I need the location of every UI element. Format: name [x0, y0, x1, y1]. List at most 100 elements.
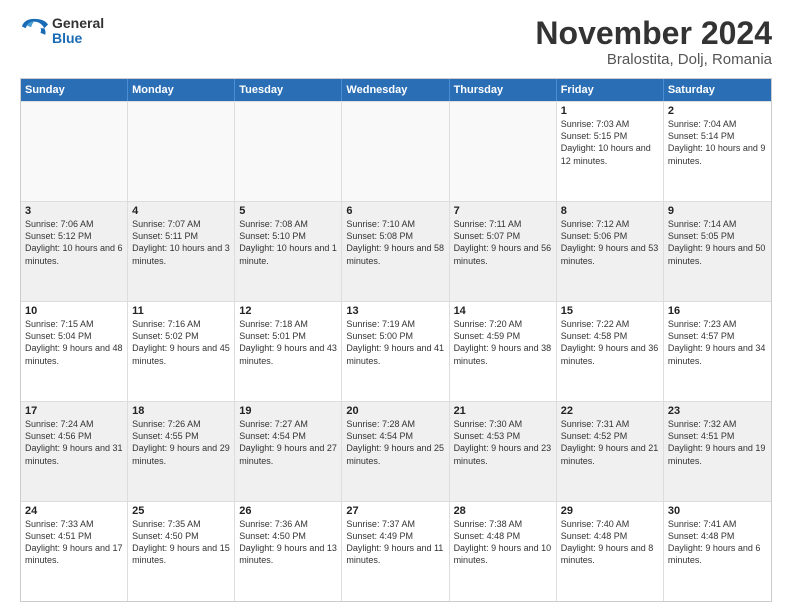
cell-detail: Sunrise: 7:16 AM Sunset: 5:02 PM Dayligh… — [132, 318, 230, 367]
cal-cell: 7Sunrise: 7:11 AM Sunset: 5:07 PM Daylig… — [450, 202, 557, 301]
cal-cell: 20Sunrise: 7:28 AM Sunset: 4:54 PM Dayli… — [342, 402, 449, 501]
cal-row-4: 24Sunrise: 7:33 AM Sunset: 4:51 PM Dayli… — [21, 501, 771, 601]
cal-cell: 4Sunrise: 7:07 AM Sunset: 5:11 PM Daylig… — [128, 202, 235, 301]
day-number: 9 — [668, 205, 767, 217]
cell-detail: Sunrise: 7:31 AM Sunset: 4:52 PM Dayligh… — [561, 418, 659, 467]
cal-cell — [21, 102, 128, 201]
day-number: 8 — [561, 205, 659, 217]
day-number: 11 — [132, 305, 230, 317]
cell-detail: Sunrise: 7:14 AM Sunset: 5:05 PM Dayligh… — [668, 218, 767, 267]
day-number: 2 — [668, 105, 767, 117]
cal-cell: 23Sunrise: 7:32 AM Sunset: 4:51 PM Dayli… — [664, 402, 771, 501]
day-number: 17 — [25, 405, 123, 417]
cal-cell: 2Sunrise: 7:04 AM Sunset: 5:14 PM Daylig… — [664, 102, 771, 201]
calendar: SundayMondayTuesdayWednesdayThursdayFrid… — [20, 78, 772, 602]
cal-cell: 18Sunrise: 7:26 AM Sunset: 4:55 PM Dayli… — [128, 402, 235, 501]
page: General Blue November 2024 Bralostita, D… — [0, 0, 792, 612]
header-day-saturday: Saturday — [664, 79, 771, 101]
calendar-header: SundayMondayTuesdayWednesdayThursdayFrid… — [21, 79, 771, 101]
cell-detail: Sunrise: 7:08 AM Sunset: 5:10 PM Dayligh… — [239, 218, 337, 267]
header-day-friday: Friday — [557, 79, 664, 101]
cal-cell: 6Sunrise: 7:10 AM Sunset: 5:08 PM Daylig… — [342, 202, 449, 301]
day-number: 30 — [668, 505, 767, 517]
cell-detail: Sunrise: 7:32 AM Sunset: 4:51 PM Dayligh… — [668, 418, 767, 467]
day-number: 4 — [132, 205, 230, 217]
cal-cell: 13Sunrise: 7:19 AM Sunset: 5:00 PM Dayli… — [342, 302, 449, 401]
cell-detail: Sunrise: 7:41 AM Sunset: 4:48 PM Dayligh… — [668, 518, 767, 567]
day-number: 7 — [454, 205, 552, 217]
day-number: 18 — [132, 405, 230, 417]
day-number: 16 — [668, 305, 767, 317]
logo-text: General Blue — [52, 16, 104, 47]
cell-detail: Sunrise: 7:06 AM Sunset: 5:12 PM Dayligh… — [25, 218, 123, 267]
header-day-wednesday: Wednesday — [342, 79, 449, 101]
day-number: 1 — [561, 105, 659, 117]
cell-detail: Sunrise: 7:30 AM Sunset: 4:53 PM Dayligh… — [454, 418, 552, 467]
cal-row-2: 10Sunrise: 7:15 AM Sunset: 5:04 PM Dayli… — [21, 301, 771, 401]
cell-detail: Sunrise: 7:40 AM Sunset: 4:48 PM Dayligh… — [561, 518, 659, 567]
cell-detail: Sunrise: 7:07 AM Sunset: 5:11 PM Dayligh… — [132, 218, 230, 267]
cal-cell — [342, 102, 449, 201]
day-number: 5 — [239, 205, 337, 217]
day-number: 12 — [239, 305, 337, 317]
logo-icon — [20, 17, 48, 45]
cell-detail: Sunrise: 7:33 AM Sunset: 4:51 PM Dayligh… — [25, 518, 123, 567]
cell-detail: Sunrise: 7:22 AM Sunset: 4:58 PM Dayligh… — [561, 318, 659, 367]
cell-detail: Sunrise: 7:26 AM Sunset: 4:55 PM Dayligh… — [132, 418, 230, 467]
day-number: 28 — [454, 505, 552, 517]
cell-detail: Sunrise: 7:35 AM Sunset: 4:50 PM Dayligh… — [132, 518, 230, 567]
cal-cell: 9Sunrise: 7:14 AM Sunset: 5:05 PM Daylig… — [664, 202, 771, 301]
cal-row-1: 3Sunrise: 7:06 AM Sunset: 5:12 PM Daylig… — [21, 201, 771, 301]
day-number: 20 — [346, 405, 444, 417]
cell-detail: Sunrise: 7:03 AM Sunset: 5:15 PM Dayligh… — [561, 118, 659, 167]
day-number: 19 — [239, 405, 337, 417]
day-number: 22 — [561, 405, 659, 417]
cell-detail: Sunrise: 7:10 AM Sunset: 5:08 PM Dayligh… — [346, 218, 444, 267]
cell-detail: Sunrise: 7:24 AM Sunset: 4:56 PM Dayligh… — [25, 418, 123, 467]
cal-cell: 28Sunrise: 7:38 AM Sunset: 4:48 PM Dayli… — [450, 502, 557, 601]
day-number: 29 — [561, 505, 659, 517]
day-number: 13 — [346, 305, 444, 317]
day-number: 23 — [668, 405, 767, 417]
day-number: 25 — [132, 505, 230, 517]
cal-cell: 19Sunrise: 7:27 AM Sunset: 4:54 PM Dayli… — [235, 402, 342, 501]
cal-row-0: 1Sunrise: 7:03 AM Sunset: 5:15 PM Daylig… — [21, 101, 771, 201]
cell-detail: Sunrise: 7:04 AM Sunset: 5:14 PM Dayligh… — [668, 118, 767, 167]
header-day-thursday: Thursday — [450, 79, 557, 101]
logo-general: General — [52, 16, 104, 31]
cal-cell — [450, 102, 557, 201]
cell-detail: Sunrise: 7:38 AM Sunset: 4:48 PM Dayligh… — [454, 518, 552, 567]
cell-detail: Sunrise: 7:18 AM Sunset: 5:01 PM Dayligh… — [239, 318, 337, 367]
cal-cell: 29Sunrise: 7:40 AM Sunset: 4:48 PM Dayli… — [557, 502, 664, 601]
cal-cell: 8Sunrise: 7:12 AM Sunset: 5:06 PM Daylig… — [557, 202, 664, 301]
cell-detail: Sunrise: 7:11 AM Sunset: 5:07 PM Dayligh… — [454, 218, 552, 267]
cell-detail: Sunrise: 7:37 AM Sunset: 4:49 PM Dayligh… — [346, 518, 444, 567]
cal-row-3: 17Sunrise: 7:24 AM Sunset: 4:56 PM Dayli… — [21, 401, 771, 501]
cell-detail: Sunrise: 7:20 AM Sunset: 4:59 PM Dayligh… — [454, 318, 552, 367]
cal-cell: 17Sunrise: 7:24 AM Sunset: 4:56 PM Dayli… — [21, 402, 128, 501]
cal-cell: 14Sunrise: 7:20 AM Sunset: 4:59 PM Dayli… — [450, 302, 557, 401]
day-number: 27 — [346, 505, 444, 517]
cal-cell: 16Sunrise: 7:23 AM Sunset: 4:57 PM Dayli… — [664, 302, 771, 401]
cell-detail: Sunrise: 7:15 AM Sunset: 5:04 PM Dayligh… — [25, 318, 123, 367]
logo-blue: Blue — [52, 31, 104, 46]
day-number: 10 — [25, 305, 123, 317]
day-number: 3 — [25, 205, 123, 217]
location: Bralostita, Dolj, Romania — [535, 51, 772, 68]
month-year: November 2024 — [535, 16, 772, 51]
day-number: 6 — [346, 205, 444, 217]
cal-cell: 25Sunrise: 7:35 AM Sunset: 4:50 PM Dayli… — [128, 502, 235, 601]
cal-cell: 30Sunrise: 7:41 AM Sunset: 4:48 PM Dayli… — [664, 502, 771, 601]
cal-cell: 1Sunrise: 7:03 AM Sunset: 5:15 PM Daylig… — [557, 102, 664, 201]
cal-cell: 22Sunrise: 7:31 AM Sunset: 4:52 PM Dayli… — [557, 402, 664, 501]
cal-cell: 12Sunrise: 7:18 AM Sunset: 5:01 PM Dayli… — [235, 302, 342, 401]
day-number: 26 — [239, 505, 337, 517]
header-day-monday: Monday — [128, 79, 235, 101]
cal-cell: 24Sunrise: 7:33 AM Sunset: 4:51 PM Dayli… — [21, 502, 128, 601]
logo: General Blue — [20, 16, 104, 47]
day-number: 14 — [454, 305, 552, 317]
cal-cell: 21Sunrise: 7:30 AM Sunset: 4:53 PM Dayli… — [450, 402, 557, 501]
cell-detail: Sunrise: 7:12 AM Sunset: 5:06 PM Dayligh… — [561, 218, 659, 267]
cell-detail: Sunrise: 7:19 AM Sunset: 5:00 PM Dayligh… — [346, 318, 444, 367]
cal-cell: 15Sunrise: 7:22 AM Sunset: 4:58 PM Dayli… — [557, 302, 664, 401]
